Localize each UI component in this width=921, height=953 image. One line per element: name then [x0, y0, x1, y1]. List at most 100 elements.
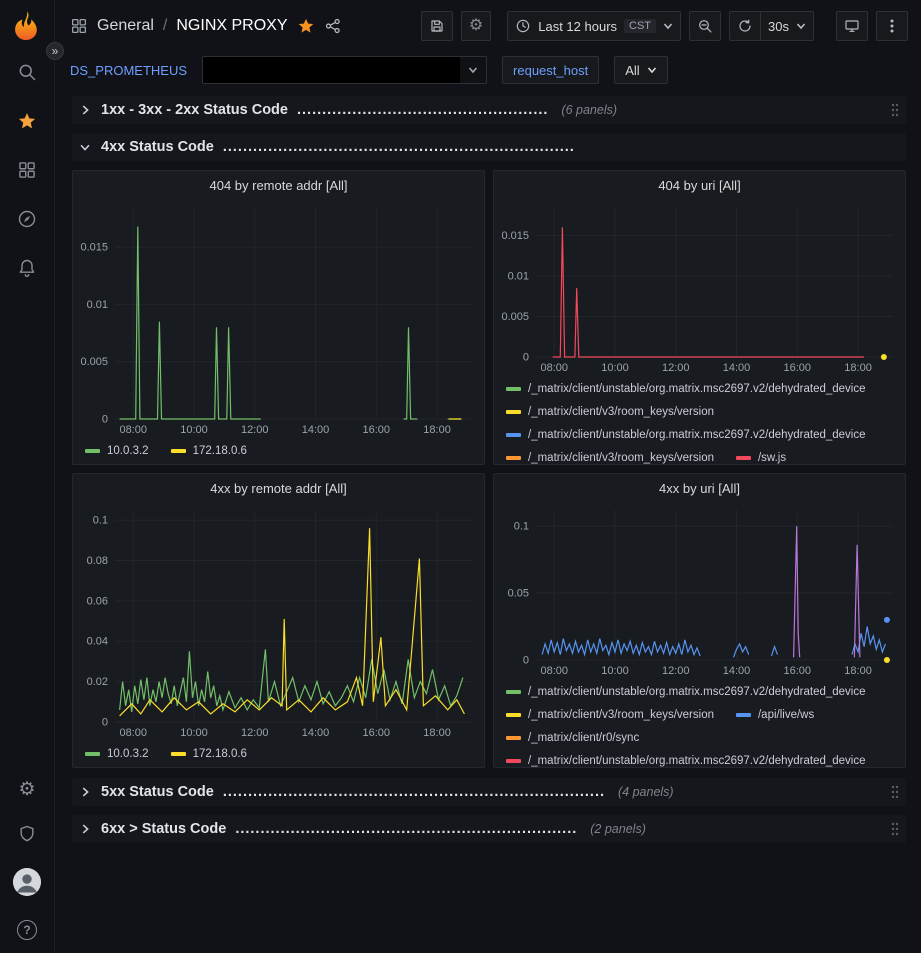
chevron-down-icon: [796, 21, 806, 31]
top-navbar: General / NGINX PROXY: [55, 0, 921, 52]
legend-item[interactable]: /_matrix/client/unstable/org.matrix.msc2…: [506, 383, 866, 395]
legend-item[interactable]: /_matrix/client/unstable/org.matrix.msc2…: [506, 686, 866, 698]
panel-legend: 10.0.3.2 172.18.0.6: [73, 740, 484, 767]
legend-label: 172.18.0.6: [193, 445, 247, 457]
svg-text:16:00: 16:00: [784, 362, 812, 374]
sidebar-item-configuration[interactable]: ⚙: [16, 778, 38, 800]
sidebar-item-help[interactable]: ?: [16, 919, 38, 941]
svg-text:10:00: 10:00: [180, 727, 208, 739]
legend-item[interactable]: 10.0.3.2: [85, 445, 149, 457]
svg-text:0.005: 0.005: [501, 311, 529, 323]
variables-bar: DS_PROMETHEUS request_host All: [55, 52, 921, 88]
svg-text:0.08: 0.08: [87, 555, 108, 567]
bell-icon: [17, 258, 37, 278]
panel-4xx-by-uri: 4xx by uri [All] 00.050.108:0010:0012:00…: [493, 473, 906, 768]
chart-canvas[interactable]: 00.0050.010.01508:0010:0012:0014:0016:00…: [494, 199, 905, 375]
gear-icon: ⚙: [18, 780, 35, 799]
legend-item[interactable]: 172.18.0.6: [171, 445, 247, 457]
legend-label: /_matrix/client/unstable/org.matrix.msc2…: [528, 429, 866, 441]
request-host-variable-label[interactable]: request_host: [502, 56, 599, 84]
svg-text:0.1: 0.1: [93, 515, 108, 527]
refresh-interval-dropdown[interactable]: 30s: [760, 11, 814, 41]
legend-label: 172.18.0.6: [193, 748, 247, 760]
svg-text:16:00: 16:00: [363, 727, 391, 739]
chart-canvas[interactable]: 00.0050.010.01508:0010:0012:0014:0016:00…: [73, 199, 484, 437]
share-button[interactable]: [324, 17, 342, 35]
panel-title[interactable]: 4xx by remote addr [All]: [73, 474, 484, 502]
svg-text:0.015: 0.015: [501, 230, 529, 242]
sidebar-item-profile[interactable]: [13, 868, 41, 896]
sidebar-item-dashboards[interactable]: [16, 159, 38, 181]
panel-legend: /_matrix/client/unstable/org.matrix.msc2…: [494, 678, 905, 767]
legend-row: /_matrix/client/unstable/org.matrix.msc2…: [506, 680, 895, 703]
row-4xx[interactable]: 4xx Status Code ........................…: [72, 133, 906, 161]
svg-text:14:00: 14:00: [723, 665, 751, 677]
sidebar-item-starred[interactable]: [16, 110, 38, 132]
legend-row: /_matrix/client/unstable/org.matrix.msc2…: [506, 423, 895, 446]
svg-text:18:00: 18:00: [423, 727, 451, 739]
sidebar-item-alerting[interactable]: [16, 257, 38, 279]
legend-swatch: [736, 456, 751, 460]
chart-canvas[interactable]: 00.050.108:0010:0012:0014:0016:0018:00: [494, 502, 905, 678]
sidebar-item-search[interactable]: [16, 61, 38, 83]
legend-item[interactable]: /_matrix/client/v3/room_keys/version: [506, 452, 714, 464]
chevron-down-icon: [460, 57, 486, 83]
time-range-picker[interactable]: Last 12 hours CST: [507, 11, 681, 41]
dashboard-title[interactable]: NGINX PROXY: [176, 17, 287, 35]
grafana-logo[interactable]: [9, 9, 45, 45]
legend-item[interactable]: /sw.js: [736, 452, 786, 464]
dashboard-settings-button[interactable]: ⚙: [461, 11, 491, 41]
panel-title[interactable]: 404 by remote addr [All]: [73, 171, 484, 199]
sidebar-nav: [16, 61, 38, 279]
row-6xx[interactable]: 6xx > Status Code ......................…: [72, 815, 906, 843]
legend-item[interactable]: /_matrix/client/r0/sync: [506, 732, 639, 744]
svg-text:08:00: 08:00: [119, 424, 147, 436]
row-drag-handle[interactable]: [890, 784, 900, 800]
dashboard-toolbar: ⚙ Last 12 hours CST: [421, 11, 908, 41]
datasource-select[interactable]: [202, 56, 487, 84]
sidebar-item-explore[interactable]: [16, 208, 38, 230]
svg-text:0: 0: [523, 352, 529, 364]
row-1xx-3xx-2xx[interactable]: 1xx - 3xx - 2xx Status Code ............…: [72, 96, 906, 124]
legend-row: 10.0.3.2 172.18.0.6: [85, 439, 474, 462]
legend-swatch: [506, 410, 521, 414]
legend-swatch: [506, 736, 521, 740]
legend-item[interactable]: /_matrix/client/v3/room_keys/version: [506, 709, 714, 721]
tv-mode-button[interactable]: [836, 11, 868, 41]
legend-item[interactable]: /api/live/ws: [736, 709, 814, 721]
zoom-out-time-button[interactable]: [689, 11, 721, 41]
sidebar-expand-button[interactable]: »: [46, 42, 64, 60]
more-options-button[interactable]: [876, 11, 908, 41]
request-host-value: All: [625, 63, 639, 78]
legend-item[interactable]: 172.18.0.6: [171, 748, 247, 760]
legend-item[interactable]: /_matrix/client/unstable/org.matrix.msc2…: [506, 755, 866, 767]
legend-item[interactable]: /_matrix/client/unstable/org.matrix.msc2…: [506, 429, 866, 441]
chart-canvas[interactable]: 00.020.040.060.080.108:0010:0012:0014:00…: [73, 502, 484, 740]
panel-title[interactable]: 4xx by uri [All]: [494, 474, 905, 502]
datasource-variable-label[interactable]: DS_PROMETHEUS: [70, 63, 187, 78]
row-drag-handle[interactable]: [890, 821, 900, 837]
share-icon: [324, 17, 342, 35]
svg-text:0.01: 0.01: [87, 299, 108, 311]
panel-404-by-remote-addr: 404 by remote addr [All] 00.0050.010.015…: [72, 170, 485, 465]
sidebar-bottom: ⚙ ?: [13, 778, 41, 941]
svg-text:12:00: 12:00: [241, 424, 269, 436]
legend-item[interactable]: 10.0.3.2: [85, 748, 149, 760]
sidebar-item-server-admin[interactable]: [16, 823, 38, 845]
chevron-down-icon: [663, 21, 673, 31]
refresh-button[interactable]: [729, 11, 760, 41]
row-5xx[interactable]: 5xx Status Code ........................…: [72, 778, 906, 806]
request-host-value-dropdown[interactable]: All: [614, 56, 667, 84]
breadcrumb-folder[interactable]: General: [97, 17, 154, 35]
legend-swatch: [85, 752, 100, 756]
svg-text:0.1: 0.1: [514, 521, 529, 533]
legend-swatch: [171, 449, 186, 453]
svg-text:12:00: 12:00: [662, 665, 690, 677]
svg-text:12:00: 12:00: [662, 362, 690, 374]
save-dashboard-button[interactable]: [421, 11, 453, 41]
breadcrumb-separator: /: [163, 17, 167, 35]
legend-item[interactable]: /_matrix/client/v3/room_keys/version: [506, 406, 714, 418]
panel-title[interactable]: 404 by uri [All]: [494, 171, 905, 199]
row-drag-handle[interactable]: [890, 102, 900, 118]
favorite-star-icon[interactable]: [297, 17, 315, 35]
